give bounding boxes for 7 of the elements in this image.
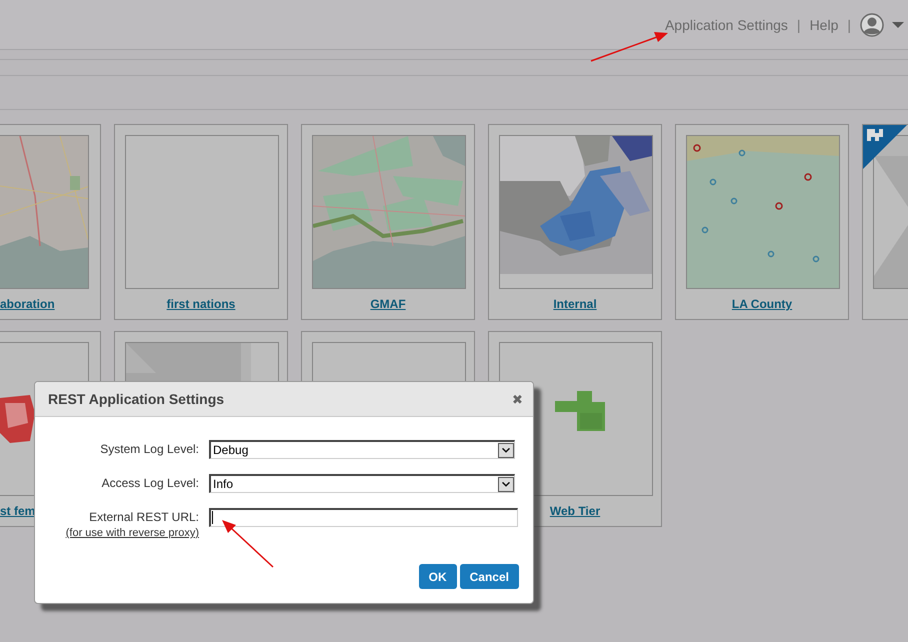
- field-note: (for use with reverse proxy): [66, 527, 199, 540]
- field-label: System Log Level:: [100, 441, 199, 458]
- separator: |: [846, 16, 852, 32]
- field-label: External REST URL:: [89, 509, 199, 526]
- field-label: Access Log Level:: [102, 475, 199, 492]
- separator: |: [796, 16, 802, 32]
- dialog-title: REST Application Settings: [48, 391, 224, 407]
